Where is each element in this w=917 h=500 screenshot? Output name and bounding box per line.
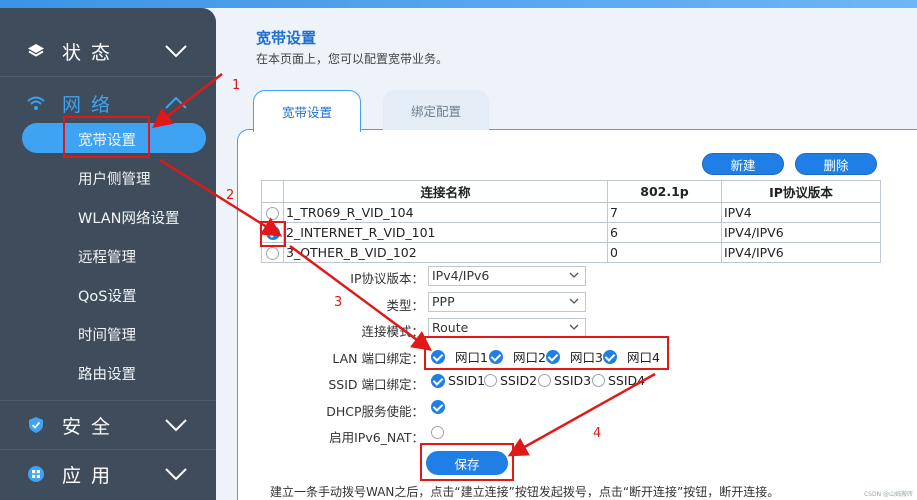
type-value: PPP [432, 294, 455, 309]
conn-mode-value: Route [432, 320, 469, 335]
chevron-down-icon [165, 419, 187, 432]
radio-button[interactable] [266, 247, 279, 260]
chevron-down-icon [569, 324, 579, 330]
lan-binding-label: LAN 端口绑定： [332, 351, 424, 366]
checkbox-checked-icon[interactable] [431, 373, 445, 388]
type-label: 类型： [386, 298, 424, 313]
wan-connection-table: 连接名称 802.1p IP协议版本 1_TR069_R_VID_104 7 I… [261, 180, 881, 263]
row-radio-cell[interactable] [261, 202, 284, 223]
shield-icon [29, 417, 43, 433]
ssid-label: SSID4 [608, 373, 646, 388]
checkbox-unchecked-icon[interactable] [538, 374, 551, 387]
apps-icon [28, 466, 44, 482]
chevron-down-icon [165, 468, 187, 481]
type-select[interactable]: PPP [428, 292, 586, 312]
ssid-1[interactable]: SSID1 [431, 373, 485, 388]
conn-mode-select[interactable]: Route [428, 318, 586, 338]
dhcp-label: DHCP服务使能： [326, 404, 424, 419]
row-ipver: IPV4/IPV6 [721, 222, 881, 243]
divider [0, 449, 216, 450]
ip-version-label: IP协议版本： [350, 271, 424, 286]
chevron-up-icon [165, 96, 187, 109]
sidebar-section-label: 网络 [62, 93, 121, 116]
dhcp-toggle[interactable] [431, 400, 445, 414]
radio-button[interactable] [266, 207, 279, 220]
annotation-box-4 [420, 443, 514, 481]
annotation-step-1: 1 [232, 78, 241, 93]
page-description: 在本页面上，您可以配置宽带业务。 [256, 52, 449, 66]
checkbox-unchecked-icon[interactable] [484, 374, 497, 387]
layers-icon [28, 44, 44, 57]
ssid-3[interactable]: SSID3 [538, 373, 591, 388]
table-header-8021p: 802.1p [607, 180, 722, 203]
ip-version-value: IPv4/IPv6 [432, 268, 490, 283]
footnote: 建立一条手动拨号WAN之后，点击“建立连接”按钮发起拨号，点击“断开连接”按钮，… [270, 485, 780, 499]
ip-version-select[interactable]: IPv4/IPv6 [428, 266, 586, 286]
delete-button[interactable]: 删除 [795, 153, 877, 175]
conn-mode-label: 连接模式： [361, 324, 424, 339]
row-ipver: IPV4/IPV6 [721, 242, 881, 263]
annotation-step-3: 3 [334, 295, 343, 310]
table-row[interactable]: 3_OTHER_B_VID_102 0 IPV4/IPV6 [261, 242, 881, 263]
row-name: 3_OTHER_B_VID_102 [283, 242, 608, 263]
sidebar-section-security[interactable]: 安全 [0, 402, 216, 448]
page-title: 宽带设置 [256, 29, 317, 47]
chevron-down-icon [165, 45, 187, 58]
sidebar-section-label: 应用 [62, 464, 121, 487]
ssid-4[interactable]: SSID4 [592, 373, 645, 388]
sidebar-item-user-side[interactable]: 用户侧管理 [78, 168, 151, 189]
checkbox-unchecked-icon[interactable] [431, 426, 444, 439]
table-row[interactable]: 1_TR069_R_VID_104 7 IPV4 [261, 202, 881, 223]
sidebar-section-label: 安全 [62, 415, 121, 438]
chevron-down-icon [569, 272, 579, 278]
table-header-ipver: IP协议版本 [721, 180, 881, 203]
sidebar-item-time[interactable]: 时间管理 [78, 324, 136, 345]
row-8021p: 6 [607, 222, 722, 243]
sidebar-item-qos[interactable]: QoS设置 [78, 285, 137, 306]
row-ipver: IPV4 [721, 202, 881, 223]
sidebar-item-wlan[interactable]: WLAN网络设置 [78, 207, 180, 228]
checkbox-checked-icon[interactable] [431, 400, 445, 414]
annotation-box-2 [260, 221, 286, 247]
annotation-box-1 [63, 116, 150, 158]
row-8021p: 7 [607, 202, 722, 223]
divider [0, 76, 216, 77]
row-name: 1_TR069_R_VID_104 [283, 202, 608, 223]
tab-binding[interactable]: 绑定配置 [383, 90, 489, 130]
annotation-step-2: 2 [226, 188, 235, 203]
ssid-label: SSID3 [554, 373, 592, 388]
checkbox-unchecked-icon[interactable] [592, 374, 605, 387]
sidebar-section-label: 状态 [62, 41, 121, 64]
table-row-selected[interactable]: 2_INTERNET_R_VID_101 6 IPV4/IPV6 [261, 222, 881, 243]
sidebar: 状态 网络 宽带设置 用户侧管理 WLAN网络设置 远程管理 QoS设置 时间管… [0, 8, 216, 500]
sidebar-item-route[interactable]: 路由设置 [78, 363, 136, 384]
watermark: CSDN @山姆搬砖 [863, 491, 913, 498]
top-accent-bar [0, 0, 917, 8]
new-button[interactable]: 新建 [702, 153, 784, 175]
table-header-name: 连接名称 [283, 180, 608, 203]
ssid-label: SSID1 [448, 373, 486, 388]
tab-broadband[interactable]: 宽带设置 [253, 90, 361, 132]
annotation-step-4: 4 [593, 426, 602, 441]
ipv6-nat-toggle[interactable] [431, 426, 444, 439]
row-name: 2_INTERNET_R_VID_101 [283, 222, 608, 243]
sidebar-item-remote[interactable]: 远程管理 [78, 246, 136, 267]
sidebar-section-apps[interactable]: 应用 [0, 451, 216, 497]
annotation-box-3 [424, 336, 669, 370]
ssid-label: SSID2 [500, 373, 538, 388]
chevron-down-icon [569, 298, 579, 304]
sidebar-section-status[interactable]: 状态 [0, 28, 216, 74]
divider [0, 400, 216, 401]
row-8021p: 0 [607, 242, 722, 263]
ssid-binding-label: SSID 端口绑定： [328, 377, 424, 392]
table-header-select [261, 180, 284, 203]
ssid-2[interactable]: SSID2 [484, 373, 537, 388]
wifi-icon [27, 96, 45, 110]
ipv6-nat-label: 启用IPv6_NAT： [329, 430, 424, 445]
table-header-row: 连接名称 802.1p IP协议版本 [261, 180, 881, 203]
